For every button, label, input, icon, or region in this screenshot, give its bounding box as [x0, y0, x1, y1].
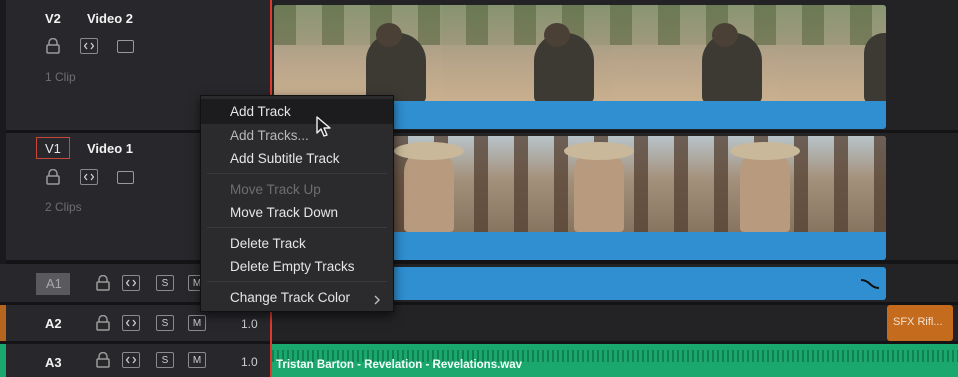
mute-button[interactable]: M — [188, 352, 206, 368]
menu-item-add-track[interactable]: Add Track — [230, 104, 291, 119]
auto-select-icon[interactable] — [122, 275, 140, 291]
lock-icon[interactable] — [96, 274, 110, 291]
lock-icon[interactable] — [46, 37, 60, 54]
clip-count-v1: 2 Clips — [45, 200, 82, 214]
menu-item-delete-track[interactable]: Delete Track — [230, 236, 306, 251]
audio-waveform-icon — [860, 277, 880, 291]
track-name-v2[interactable]: Video 2 — [87, 11, 133, 26]
menu-item-delete-empty-tracks[interactable]: Delete Empty Tracks — [230, 259, 355, 274]
clip-thumbnail-strip — [274, 5, 886, 101]
solo-button[interactable]: S — [156, 352, 174, 368]
track-context-menu: Add Track Add Tracks... Add Subtitle Tra… — [200, 95, 394, 312]
auto-select-icon[interactable] — [122, 315, 140, 331]
menu-item-change-track-color[interactable]: Change Track Color — [230, 290, 350, 305]
menu-item-move-track-up: Move Track Up — [230, 182, 321, 197]
auto-select-icon[interactable] — [122, 352, 140, 368]
track-color-strip — [0, 344, 6, 377]
auto-select-icon[interactable] — [80, 38, 98, 54]
track-id-v2: V2 — [45, 11, 61, 26]
track-color-strip — [0, 305, 6, 341]
disable-video-track-icon[interactable] — [117, 171, 134, 184]
sfx-clip-label: SFX Rifl... — [893, 316, 943, 328]
mute-button[interactable]: M — [188, 315, 206, 331]
lock-icon[interactable] — [46, 168, 60, 185]
clip-count-v2: 1 Clip — [45, 70, 76, 84]
track-id-a2: A2 — [45, 316, 62, 331]
audio-clip-label: Tristan Barton - Revelation - Revelation… — [276, 359, 523, 371]
track-id-a3: A3 — [45, 355, 62, 370]
menu-separator — [207, 281, 387, 282]
chevron-right-icon — [373, 293, 381, 305]
solo-button[interactable]: S — [156, 275, 174, 291]
audio-clip-a3[interactable]: Tristan Barton - Revelation - Revelation… — [272, 344, 958, 377]
disable-video-track-icon[interactable] — [117, 40, 134, 53]
menu-item-add-tracks[interactable]: Add Tracks... — [230, 128, 309, 143]
track-name-v1[interactable]: Video 1 — [87, 141, 133, 156]
track-id-a1: A1 — [46, 276, 62, 291]
track-volume-a2[interactable]: 1.0 — [241, 317, 258, 331]
auto-select-icon[interactable] — [80, 169, 98, 185]
track-volume-a3[interactable]: 1.0 — [241, 355, 258, 369]
menu-item-add-subtitle-track[interactable]: Add Subtitle Track — [230, 151, 340, 166]
sfx-clip[interactable]: SFX Rifl... — [887, 305, 953, 341]
menu-separator — [207, 173, 387, 174]
lock-icon[interactable] — [96, 351, 110, 368]
solo-button[interactable]: S — [156, 315, 174, 331]
lock-icon[interactable] — [96, 314, 110, 331]
menu-item-move-track-down[interactable]: Move Track Down — [230, 205, 338, 220]
track-edge — [0, 0, 6, 264]
mouse-cursor-icon — [316, 116, 332, 138]
track-id-v1: V1 — [45, 141, 61, 156]
menu-separator — [207, 227, 387, 228]
